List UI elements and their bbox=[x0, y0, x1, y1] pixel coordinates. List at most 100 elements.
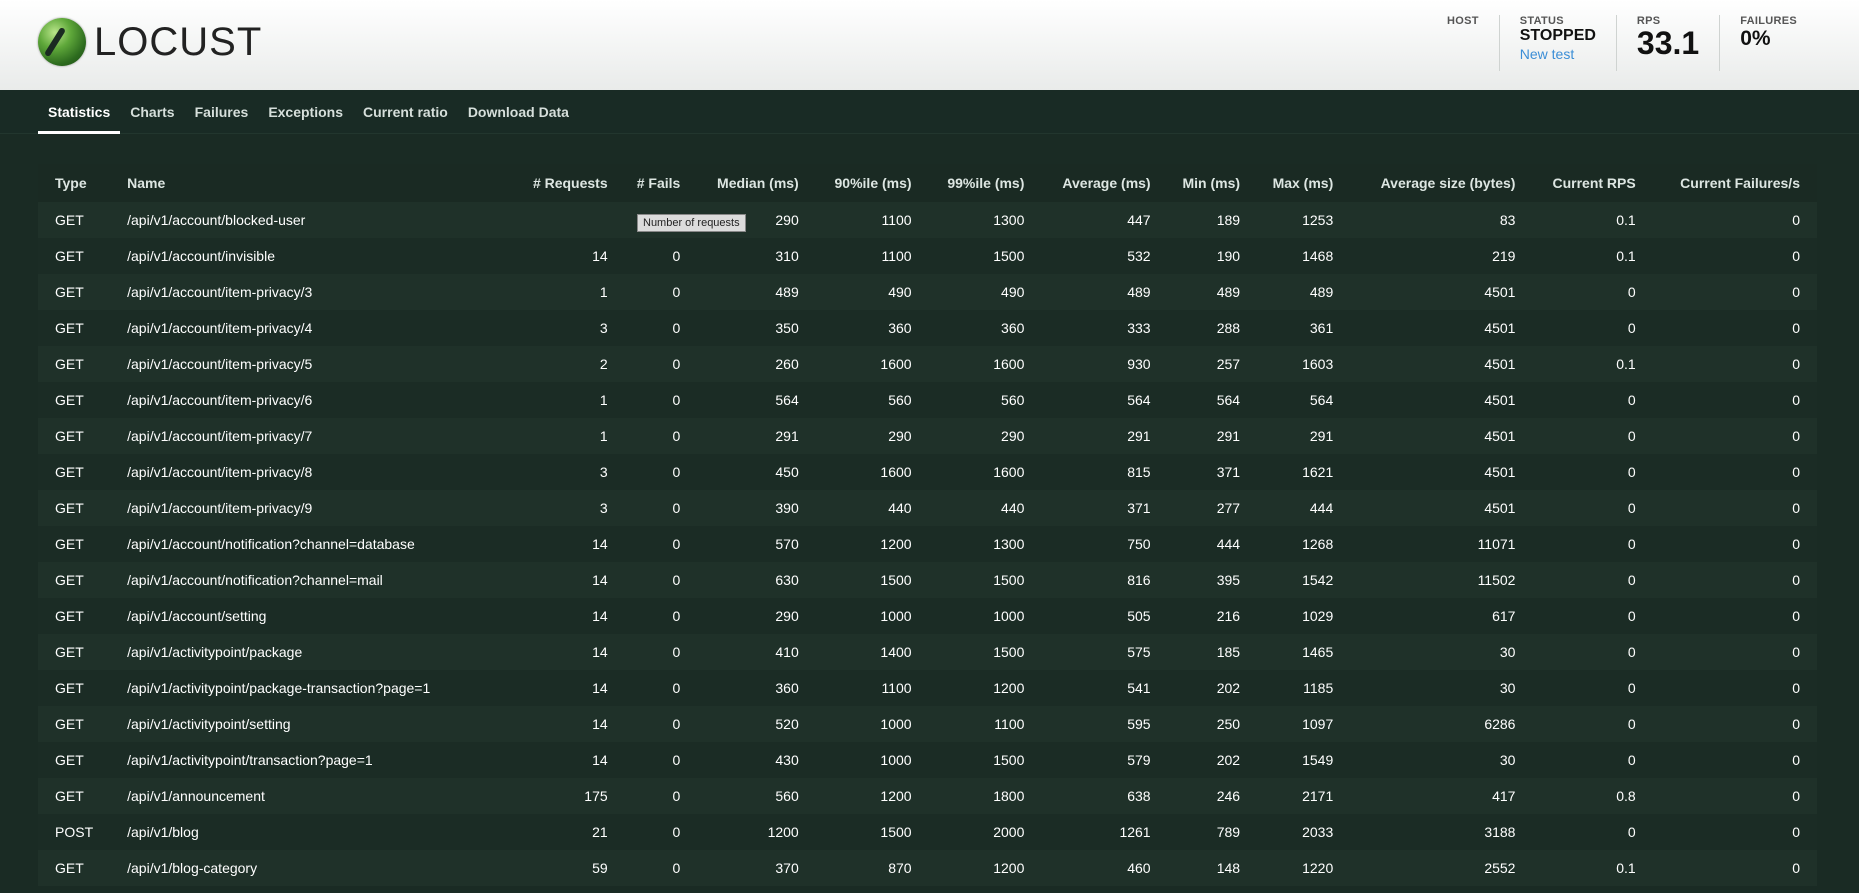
cell-fails: 0 bbox=[672, 500, 681, 516]
cell-max: 564 bbox=[1309, 392, 1334, 408]
cell-current-failures: 0 bbox=[1792, 860, 1800, 876]
cell-avg-size: 4501 bbox=[1484, 428, 1516, 444]
header: LOCUST HOST STATUS STOPPED New test RPS … bbox=[0, 0, 1859, 90]
tab-exceptions[interactable]: Exceptions bbox=[258, 90, 353, 134]
cell-average: 579 bbox=[1127, 752, 1151, 768]
cell-p99: 1200 bbox=[993, 680, 1025, 696]
table-row: POST/api/v1/blog 21 0 1200 1500 2000 1261 789 20… bbox=[38, 814, 1817, 850]
column-header-p90[interactable]: 90%ile (ms) bbox=[815, 164, 929, 202]
cell-median: 570 bbox=[775, 536, 799, 552]
status-box: STATUS STOPPED New test bbox=[1498, 15, 1616, 71]
new-test-link[interactable]: New test bbox=[1520, 46, 1596, 62]
column-header-median[interactable]: Median (ms) bbox=[697, 164, 816, 202]
cell-p99: 1100 bbox=[994, 716, 1025, 732]
cell-current-failures: 0 bbox=[1792, 788, 1800, 804]
tab-current-ratio[interactable]: Current ratio bbox=[353, 90, 458, 134]
cell-p90: 1200 bbox=[880, 536, 912, 552]
cell-fails: 0 bbox=[672, 536, 681, 552]
cell-p99: 360 bbox=[1001, 320, 1025, 336]
cell-current-failures: 0 bbox=[1792, 212, 1800, 228]
column-header-name[interactable]: Name bbox=[110, 164, 515, 202]
cell-max: 1253 bbox=[1302, 212, 1334, 228]
cell-p90: 1600 bbox=[880, 356, 912, 372]
tab-download-data[interactable]: Download Data bbox=[458, 90, 579, 134]
cell-p90: 1100 bbox=[881, 248, 912, 264]
cell-average: 750 bbox=[1127, 536, 1151, 552]
tab-statistics[interactable]: Statistics bbox=[38, 90, 121, 134]
table-body: GET/api/v1/account/blocked-user029011001… bbox=[38, 202, 1817, 886]
table-row: GET/api/v1/account/setting 14 0 290 1000 1000… bbox=[38, 598, 1817, 634]
table-row: GET/api/v1/account/item-privacy/9 3 0 390 44… bbox=[38, 490, 1817, 526]
cell-type: GET bbox=[55, 356, 84, 372]
cell-p99: 1600 bbox=[993, 356, 1025, 372]
cell-name: /api/v1/account/item-privacy/3 bbox=[127, 284, 313, 300]
cell-average: 505 bbox=[1127, 608, 1151, 624]
cell-min: 189 bbox=[1216, 212, 1241, 228]
cell-avg-size: 30 bbox=[1499, 752, 1516, 768]
column-header-average[interactable]: Average (ms) bbox=[1041, 164, 1168, 202]
column-header-type[interactable]: Type bbox=[38, 164, 111, 202]
cell-median: 430 bbox=[775, 752, 799, 768]
cell-min: 202 bbox=[1216, 752, 1241, 768]
column-header-fails[interactable]: # Fails bbox=[624, 164, 698, 202]
cell-p99: 1300 bbox=[993, 212, 1025, 228]
cell-requests: 14 bbox=[592, 572, 608, 588]
column-header-requests[interactable]: # Requests bbox=[514, 164, 625, 202]
cell-median: 370 bbox=[775, 860, 799, 876]
column-header-current-failures[interactable]: Current Failures/s bbox=[1652, 164, 1817, 202]
column-header-max[interactable]: Max (ms) bbox=[1257, 164, 1351, 202]
cell-current-rps: 0 bbox=[1627, 680, 1636, 696]
cell-name: /api/v1/activitypoint/package-transactio… bbox=[127, 680, 431, 696]
cell-current-failures: 0 bbox=[1792, 752, 1800, 768]
rps-box: RPS 33.1 bbox=[1615, 15, 1719, 71]
column-header-min[interactable]: Min (ms) bbox=[1167, 164, 1258, 202]
cell-current-failures: 0 bbox=[1792, 428, 1800, 444]
status-value: STOPPED bbox=[1519, 27, 1596, 44]
cell-min: 564 bbox=[1216, 392, 1241, 408]
cell-average: 541 bbox=[1127, 680, 1151, 696]
cell-requests: 14 bbox=[592, 644, 608, 660]
table-row: GET/api/v1/account/item-privacy/6 1 0 564 56… bbox=[38, 382, 1817, 418]
column-header-avg-size[interactable]: Average size (bytes) bbox=[1350, 164, 1533, 202]
tab-charts[interactable]: Charts bbox=[120, 90, 184, 134]
cell-current-failures: 0 bbox=[1792, 644, 1800, 660]
cell-max: 1465 bbox=[1302, 644, 1334, 660]
cell-type: GET bbox=[55, 680, 84, 696]
cell-min: 185 bbox=[1216, 644, 1241, 660]
cell-avg-size: 11502 bbox=[1477, 572, 1516, 588]
cell-type: GET bbox=[55, 320, 84, 336]
cell-requests: 14 bbox=[592, 248, 608, 264]
cell-average: 447 bbox=[1127, 212, 1151, 228]
table-row: GET/api/v1/account/notification?channel=… bbox=[38, 526, 1817, 562]
failures-value: 0% bbox=[1740, 27, 1771, 50]
cell-p99: 490 bbox=[1001, 284, 1025, 300]
cell-average: 489 bbox=[1127, 284, 1151, 300]
cell-median: 564 bbox=[775, 392, 799, 408]
cell-fails: 0 bbox=[672, 320, 681, 336]
column-header-current-rps[interactable]: Current RPS bbox=[1532, 164, 1653, 202]
cell-name: /api/v1/account/blocked-user bbox=[127, 212, 306, 228]
tab-failures[interactable]: Failures bbox=[185, 90, 259, 134]
cell-p90: 1200 bbox=[880, 788, 912, 804]
cell-name: /api/v1/blog-category bbox=[127, 860, 258, 876]
cell-min: 277 bbox=[1216, 500, 1241, 516]
cell-current-failures: 0 bbox=[1792, 536, 1800, 552]
cell-type: GET bbox=[55, 392, 84, 408]
cell-min: 371 bbox=[1216, 464, 1241, 480]
cell-requests: 59 bbox=[592, 860, 608, 876]
cell-min: 489 bbox=[1216, 284, 1241, 300]
cell-max: 361 bbox=[1309, 320, 1334, 336]
nav-tabs: Statistics Charts Failures Exceptions Cu… bbox=[0, 90, 1859, 134]
column-header-p99[interactable]: 99%ile (ms) bbox=[928, 164, 1042, 202]
cell-avg-size: 83 bbox=[1499, 212, 1516, 228]
cell-current-rps: 0 bbox=[1627, 392, 1636, 408]
table-row: GET/api/v1/account/blocked-user029011001… bbox=[38, 202, 1817, 238]
table-row: GET/api/v1/account/notification?channel=… bbox=[38, 562, 1817, 598]
cell-max: 1603 bbox=[1302, 356, 1334, 372]
cell-average: 816 bbox=[1127, 572, 1151, 588]
cell-p90: 870 bbox=[888, 860, 912, 876]
locust-logo[interactable]: LOCUST bbox=[38, 18, 262, 66]
status-label: STATUS bbox=[1519, 15, 1564, 27]
cell-fails: 0 bbox=[672, 824, 681, 840]
cell-max: 1621 bbox=[1302, 464, 1334, 480]
